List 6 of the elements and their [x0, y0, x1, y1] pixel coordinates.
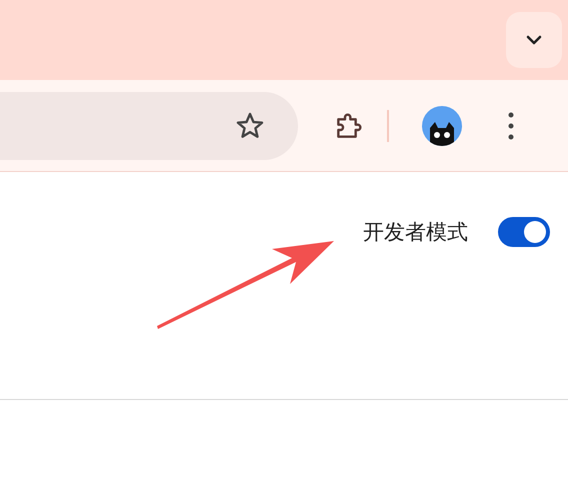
developer-mode-toggle[interactable]	[498, 217, 550, 247]
chevron-down-icon	[526, 35, 542, 45]
developer-mode-label: 开发者模式	[363, 219, 468, 246]
cat-icon	[427, 120, 457, 146]
more-menu-icon[interactable]	[508, 112, 514, 140]
profile-avatar[interactable]	[422, 106, 462, 146]
